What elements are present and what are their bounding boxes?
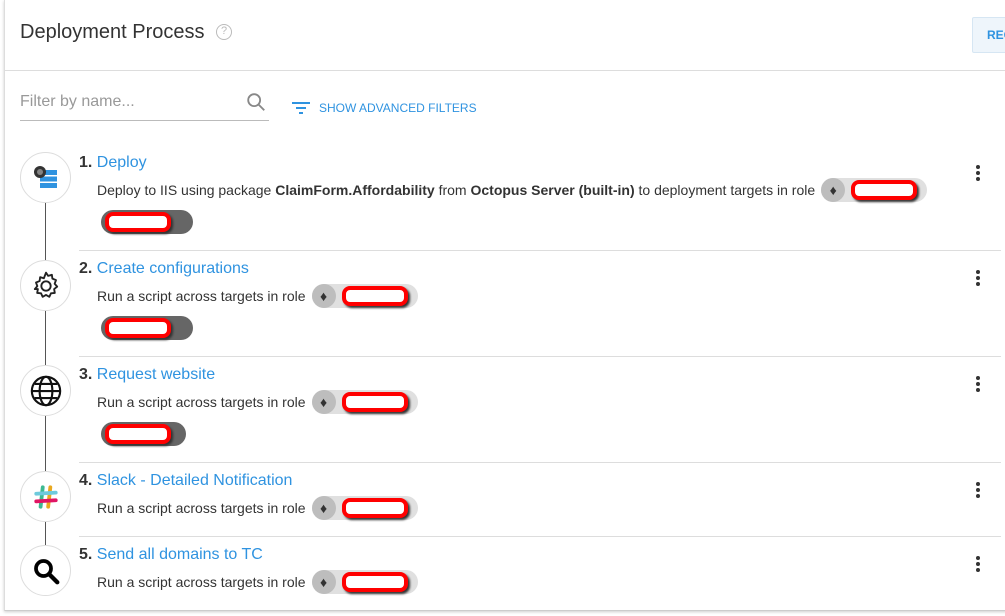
step-3-description: Run a script across targets in role ♦	[97, 390, 418, 414]
redacted-role	[105, 424, 171, 444]
step-1-title: 1. Deploy	[79, 154, 147, 171]
tag-icon: ♦	[311, 496, 336, 520]
globe-icon	[30, 375, 61, 406]
step-3-menu-button[interactable]	[970, 374, 986, 394]
page-title: Deployment Process	[20, 21, 205, 43]
filter-icon	[292, 102, 310, 114]
divider	[79, 462, 1001, 463]
step-link[interactable]: Create configurations	[97, 260, 249, 277]
step-4-icon-circle	[20, 471, 71, 522]
step-3-title: 3. Request website	[79, 366, 216, 383]
step-link[interactable]: Deploy	[97, 154, 147, 171]
redacted-role	[341, 498, 408, 518]
redacted-role	[851, 180, 918, 200]
step-4-title: 4. Slack - Detailed Notification	[79, 472, 293, 489]
step-link[interactable]: Send all domains to TC	[97, 546, 263, 563]
role-chip: ♦	[311, 390, 418, 414]
divider	[79, 250, 1001, 251]
step-1-icon-circle	[20, 152, 71, 203]
gear-icon	[33, 271, 58, 298]
filter-field[interactable]	[20, 88, 269, 121]
advanced-filters-label: SHOW ADVANCED FILTERS	[319, 101, 477, 115]
role-chip: ♦	[311, 496, 418, 520]
redacted-role	[341, 392, 408, 412]
search-icon[interactable]	[245, 91, 267, 113]
step-2-icon-circle	[20, 260, 71, 311]
divider	[79, 536, 1001, 537]
role-chip	[101, 316, 193, 340]
tag-icon: ♦	[311, 284, 336, 308]
help-circle-icon[interactable]: ?	[216, 24, 232, 40]
role-chip: ♦	[311, 570, 418, 594]
iis-deploy-icon	[33, 165, 57, 188]
step-5-title: 5. Send all domains to TC	[79, 546, 263, 563]
step-3-icon-circle	[20, 365, 71, 416]
role-chip	[101, 210, 193, 234]
step-1-description: Deploy to IIS using package ClaimForm.Af…	[97, 178, 928, 202]
slack-icon	[33, 484, 58, 509]
filter-input[interactable]	[20, 88, 240, 116]
step-5-menu-button[interactable]	[970, 554, 986, 574]
redacted-role	[105, 212, 171, 232]
tag-icon: ♦	[311, 390, 336, 414]
role-chip: ♦	[311, 284, 418, 308]
step-1-menu-button[interactable]	[970, 163, 986, 183]
step-2-description: Run a script across targets in role ♦	[97, 284, 418, 308]
step-5-description: Run a script across targets in role ♦	[97, 570, 418, 594]
step-5-icon-circle	[20, 545, 71, 596]
step-2-title: 2. Create configurations	[79, 260, 249, 277]
role-chip	[101, 422, 186, 446]
step-link[interactable]: Slack - Detailed Notification	[97, 472, 293, 489]
show-advanced-filters-button[interactable]: SHOW ADVANCED FILTERS	[291, 100, 477, 116]
redacted-role	[341, 572, 408, 592]
header-divider	[4, 70, 1005, 71]
step-4-description: Run a script across targets in role ♦	[97, 496, 418, 520]
tag-icon: ♦	[311, 570, 336, 594]
step-2-menu-button[interactable]	[970, 268, 986, 288]
redacted-role	[105, 318, 171, 338]
step-4-menu-button[interactable]	[970, 480, 986, 500]
magnifier-icon	[33, 558, 59, 584]
tag-icon: ♦	[821, 178, 846, 202]
role-chip: ♦	[821, 178, 928, 202]
redacted-role	[341, 286, 408, 306]
reorder-button[interactable]: REO	[972, 17, 1005, 53]
divider	[79, 356, 1001, 357]
step-link[interactable]: Request website	[97, 366, 215, 383]
